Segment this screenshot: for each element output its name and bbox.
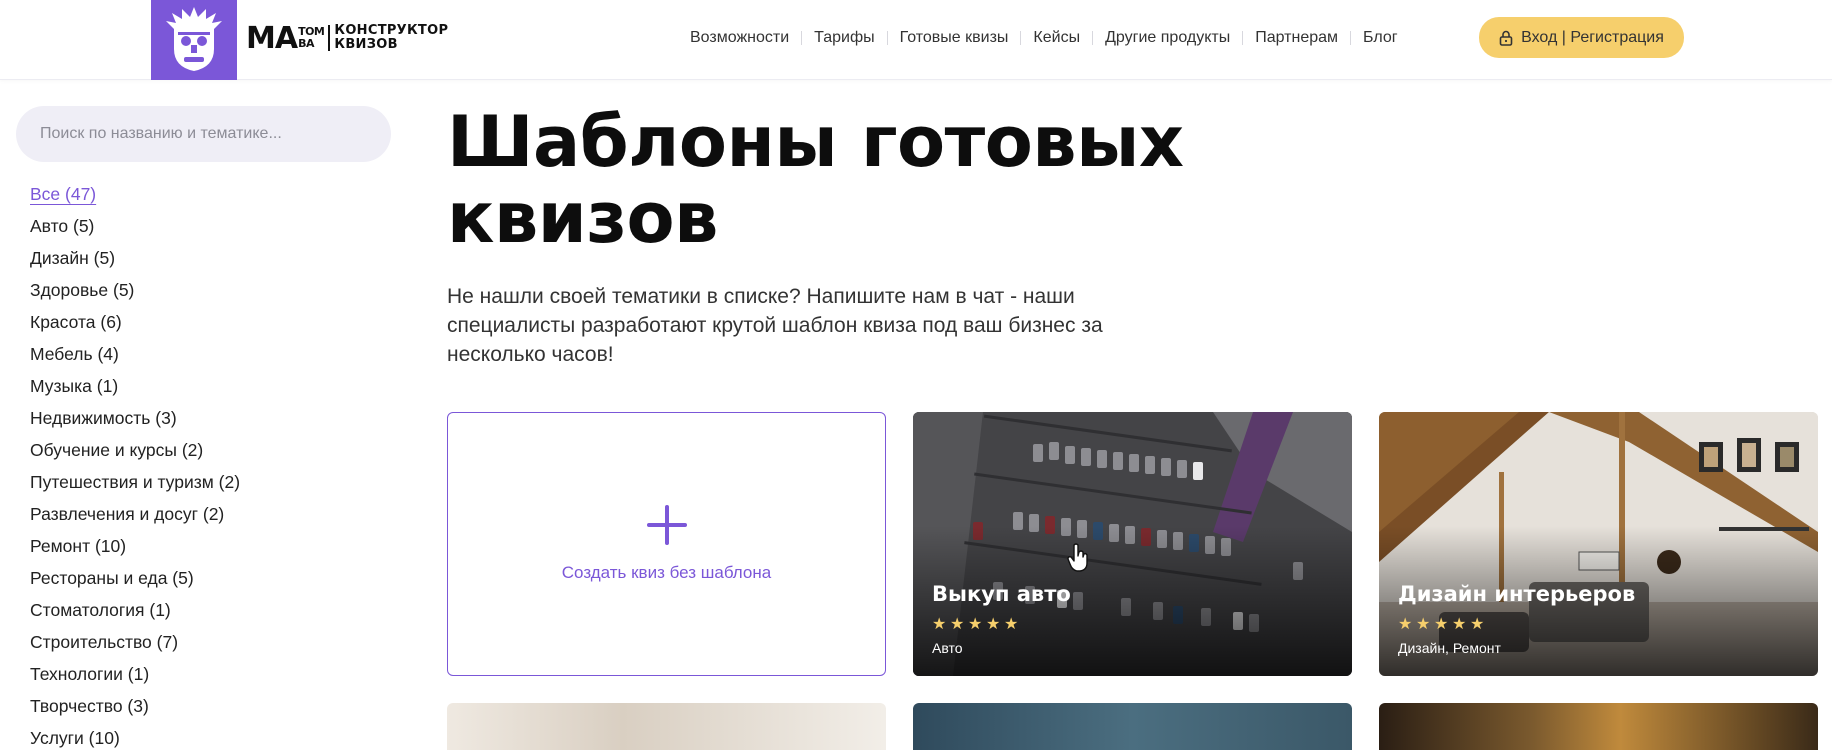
category-label: Музыка (1) — [30, 376, 119, 396]
star-icon: ★ — [950, 616, 965, 633]
star-icon: ★ — [968, 616, 983, 633]
template-card-interior-design[interactable]: Дизайн интерьеров ★ ★ ★ ★ ★ Дизайн, Ремо… — [1379, 412, 1818, 676]
category-real-estate[interactable]: Недвижимость (3) — [30, 402, 240, 434]
site-header: МА ТОМ ВА КОНСТРУКТОР КВИЗОВ Возможности… — [0, 0, 1832, 80]
create-quiz-card[interactable]: Создать квиз без шаблона — [447, 412, 886, 676]
logo-mark: МА — [246, 20, 298, 56]
login-register-button[interactable]: Вход | Регистрация — [1479, 17, 1684, 58]
template-tags: Дизайн, Ремонт — [1398, 640, 1501, 656]
category-creativity[interactable]: Творчество (3) — [30, 690, 240, 722]
star-icon: ★ — [1398, 616, 1413, 633]
lock-icon — [1499, 30, 1513, 46]
category-label: Здоровье (5) — [30, 280, 135, 300]
star-icon: ★ — [1004, 616, 1019, 633]
category-design[interactable]: Дизайн (5) — [30, 242, 240, 274]
page-title-line-2: квизов — [447, 177, 718, 259]
category-dentistry[interactable]: Стоматология (1) — [30, 594, 240, 626]
category-label: Ремонт (10) — [30, 536, 127, 556]
template-card-partial[interactable] — [447, 703, 886, 750]
star-icon: ★ — [1452, 616, 1467, 633]
logo-wordmark[interactable]: МА ТОМ ВА КОНСТРУКТОР КВИЗОВ — [246, 18, 448, 58]
category-label: Недвижимость (3) — [30, 408, 177, 428]
category-furniture[interactable]: Мебель (4) — [30, 338, 240, 370]
rating-stars: ★ ★ ★ ★ ★ — [932, 616, 1019, 633]
rating-stars: ★ ★ ★ ★ ★ — [1398, 616, 1485, 633]
logo-divider — [328, 25, 331, 51]
category-renovation[interactable]: Ремонт (10) — [30, 530, 240, 562]
category-label: Все (47) — [30, 184, 97, 204]
logo-mark-bottom: ВА — [298, 37, 314, 50]
mask-icon — [166, 7, 222, 71]
star-icon: ★ — [1470, 616, 1485, 633]
category-label: Обучение и курсы (2) — [30, 440, 204, 460]
template-title: Дизайн интерьеров — [1398, 582, 1636, 606]
category-services[interactable]: Услуги (10) — [30, 722, 240, 750]
category-health[interactable]: Здоровье (5) — [30, 274, 240, 306]
nav-item-templates[interactable]: Готовые квизы — [888, 29, 1021, 47]
nav-item-blog[interactable]: Блог — [1351, 29, 1410, 47]
template-card-car-buyout[interactable]: Выкуп авто ★ ★ ★ ★ ★ Авто — [913, 412, 1352, 676]
logo-subtitle-bottom: КВИЗОВ — [334, 37, 398, 52]
category-auto[interactable]: Авто (5) — [30, 210, 240, 242]
template-card-partial[interactable] — [1379, 703, 1818, 750]
star-icon: ★ — [932, 616, 947, 633]
category-label: Рестораны и еда (5) — [30, 568, 194, 588]
category-beauty[interactable]: Красота (6) — [30, 306, 240, 338]
category-travel[interactable]: Путешествия и туризм (2) — [30, 466, 240, 498]
nav-item-pricing[interactable]: Тарифы — [802, 29, 886, 47]
nav-item-other-products[interactable]: Другие продукты — [1093, 29, 1242, 47]
logo-subtitle-top: КОНСТРУКТОР — [334, 23, 449, 38]
main-nav: Возможности Тарифы Готовые квизы Кейсы Д… — [676, 24, 1410, 52]
category-education[interactable]: Обучение и курсы (2) — [30, 434, 240, 466]
logo-subtitle: КОНСТРУКТОР КВИЗОВ — [334, 24, 448, 52]
category-label: Путешествия и туризм (2) — [30, 472, 241, 492]
create-quiz-label: Создать квиз без шаблона — [561, 563, 772, 582]
login-register-label: Вход | Регистрация — [1521, 28, 1664, 46]
category-label: Авто (5) — [30, 216, 95, 236]
category-label: Дизайн (5) — [30, 248, 116, 268]
category-construction[interactable]: Строительство (7) — [30, 626, 240, 658]
category-music[interactable]: Музыка (1) — [30, 370, 240, 402]
star-icon: ★ — [1434, 616, 1449, 633]
nav-item-cases[interactable]: Кейсы — [1021, 29, 1092, 47]
logo-mask-icon[interactable] — [151, 0, 237, 80]
page-title: Шаблоны готовых квизов — [447, 104, 1347, 256]
category-label: Мебель (4) — [30, 344, 119, 364]
page-lead: Не нашли своей тематики в списке? Напиши… — [447, 285, 1103, 366]
template-title: Выкуп авто — [932, 582, 1071, 606]
hand-cursor-icon — [1067, 543, 1088, 572]
category-label: Творчество (3) — [30, 696, 149, 716]
plus-icon — [646, 505, 687, 545]
category-label: Технологии (1) — [30, 664, 150, 684]
category-label: Стоматология (1) — [30, 600, 171, 620]
category-all[interactable]: Все (47) — [30, 178, 240, 210]
template-card-partial[interactable] — [913, 703, 1352, 750]
star-icon: ★ — [1416, 616, 1431, 633]
category-technology[interactable]: Технологии (1) — [30, 658, 240, 690]
page-title-line-1: Шаблоны готовых — [447, 101, 1184, 183]
category-restaurants[interactable]: Рестораны и еда (5) — [30, 562, 240, 594]
category-label: Строительство (7) — [30, 632, 179, 652]
star-icon: ★ — [986, 616, 1001, 633]
nav-item-features[interactable]: Возможности — [676, 29, 801, 47]
template-tags: Авто — [932, 640, 963, 656]
search-input[interactable] — [16, 106, 391, 162]
category-label: Красота (6) — [30, 312, 122, 332]
category-label: Услуги (10) — [30, 728, 120, 748]
category-label: Развлечения и досуг (2) — [30, 504, 225, 524]
category-entertainment[interactable]: Развлечения и досуг (2) — [30, 498, 240, 530]
category-list: Все (47) Авто (5) Дизайн (5) Здоровье (5… — [30, 178, 240, 750]
logo-mark-stack: ТОМ ВА — [298, 26, 325, 50]
nav-item-partners[interactable]: Партнерам — [1243, 29, 1350, 47]
